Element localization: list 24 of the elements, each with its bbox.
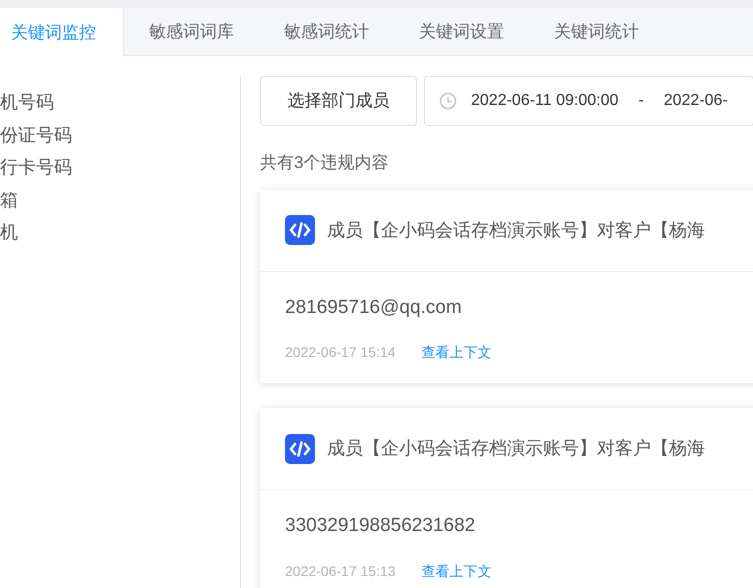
violation-count: 共有3个违规内容 (260, 152, 388, 174)
start-date: 2022-06-11 09:00:00 (471, 91, 618, 111)
sidebar-item[interactable]: 机号码 (0, 86, 54, 118)
end-date: 2022-06- (664, 91, 728, 111)
record-time: 2022-06-17 15:13 (285, 562, 396, 580)
record-content: 281695716@qq.com (285, 296, 462, 320)
date-range-field[interactable]: 2022-06-11 09:00:00 - 2022-06- (424, 76, 753, 126)
tab[interactable]: 关键词设置 (394, 8, 529, 56)
tab[interactable]: 关键词统计 (529, 8, 664, 56)
sidebar-item[interactable]: 行卡号码 (0, 151, 72, 184)
clock-icon (439, 92, 457, 110)
record-time: 2022-06-17 15:14 (285, 343, 396, 362)
select-members-button[interactable]: 选择部门成员 (260, 76, 417, 126)
sidebar-item[interactable]: 机 (0, 216, 18, 248)
date-separator: - (637, 91, 645, 111)
record-title: 成员【企小码会话存档演示账号】对客户【杨海 (327, 218, 705, 242)
record-content: 330329198856231682 (285, 514, 476, 538)
tab[interactable]: 敏感词词库 (124, 8, 259, 56)
code-app-icon (285, 215, 315, 245)
sidebar-item[interactable]: 份证号码 (0, 118, 72, 151)
code-app-icon (285, 434, 315, 464)
tab[interactable]: 敏感词统计 (259, 8, 394, 56)
record-title: 成员【企小码会话存档演示账号】对客户【杨海 (327, 437, 705, 460)
sidebar-item[interactable]: 箱 (0, 184, 18, 216)
